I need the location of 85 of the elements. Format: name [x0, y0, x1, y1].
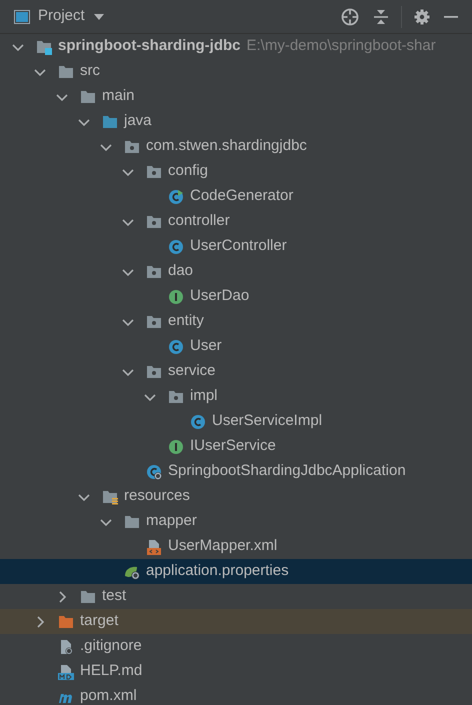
package-icon [146, 214, 162, 230]
item-label: dao [168, 261, 194, 282]
item-label: CodeGenerator [190, 186, 294, 206]
item-label: entity [168, 311, 204, 332]
tree-item[interactable]: UserDao [0, 284, 472, 309]
tree-item[interactable]: SpringbootShardingJdbcApplication [0, 459, 472, 484]
markdown-file-icon [58, 664, 74, 680]
class-icon [168, 338, 184, 354]
class-icon [168, 188, 184, 204]
project-view-dropdown[interactable]: Project [38, 5, 105, 28]
item-label: UserMapper.xml [168, 536, 278, 556]
tree-item[interactable]: pom.xml [0, 684, 472, 705]
package-icon [168, 388, 184, 404]
collapse-all-icon[interactable] [373, 8, 389, 24]
item-label: UserController [190, 236, 287, 256]
item-label: impl [190, 386, 218, 406]
module-folder-icon [36, 38, 52, 54]
settings-icon[interactable] [414, 8, 430, 24]
xml-file-icon [146, 538, 162, 554]
item-label: application.properties [146, 561, 289, 582]
package-icon [146, 164, 162, 180]
item-label: target [80, 611, 118, 632]
tree-item[interactable]: main [0, 84, 472, 109]
interface-icon [168, 438, 184, 454]
class-icon [146, 464, 162, 480]
tree-item[interactable]: entity [0, 309, 472, 334]
class-icon [190, 414, 206, 430]
tree-item[interactable]: User [0, 334, 472, 359]
tree-item[interactable]: .gitignore [0, 634, 472, 659]
class-icon [168, 238, 184, 254]
item-label: pom.xml [80, 686, 137, 705]
package-icon [146, 264, 162, 280]
tree-item[interactable]: java [0, 109, 472, 134]
tree-item[interactable]: UserMapper.xml [0, 534, 472, 559]
item-label: HELP.md [80, 661, 142, 682]
tree-item[interactable]: src [0, 59, 472, 84]
item-label: com.stwen.shardingjdbc [146, 136, 307, 156]
package-icon [146, 364, 162, 380]
file-icon [58, 638, 74, 654]
tree-item[interactable]: UserController [0, 234, 472, 259]
tree-item[interactable]: mapper [0, 509, 472, 534]
item-label: .gitignore [80, 636, 142, 656]
package-icon [124, 138, 140, 154]
item-label: src [80, 61, 100, 82]
item-label: IUserService [190, 436, 276, 456]
tree-item[interactable]: application.properties [0, 559, 472, 584]
tree-item[interactable]: resources [0, 484, 472, 509]
tree-item[interactable]: com.stwen.shardingjdbc [0, 134, 472, 159]
crosshair-icon[interactable] [341, 8, 359, 26]
item-label: resources [124, 486, 190, 506]
item-label: java [124, 111, 152, 132]
item-label: main [102, 86, 135, 106]
folder-icon [58, 614, 74, 630]
folder-icon [80, 88, 96, 104]
item-label: User [190, 336, 222, 356]
item-label: service [168, 361, 216, 382]
tree-item[interactable]: test [0, 584, 472, 609]
tree-item[interactable]: service [0, 359, 472, 384]
interface-icon [168, 288, 184, 304]
tree-item[interactable]: target [0, 609, 472, 634]
tree-item[interactable]: IUserService [0, 434, 472, 459]
item-label: mapper [146, 511, 197, 532]
window-icon [14, 8, 30, 24]
package-icon [146, 314, 162, 330]
resource-folder-icon [102, 488, 118, 504]
tree-item[interactable]: springboot-sharding-jdbc E:\my-demo\springboot-shar [0, 34, 472, 59]
item-label: SpringbootShardingJdbcApplication [168, 461, 406, 482]
item-label: UserServiceImpl [212, 411, 322, 432]
tree-item[interactable]: UserServiceImpl [0, 409, 472, 434]
folder-icon [80, 588, 96, 604]
item-label: UserDao [190, 286, 250, 306]
folder-icon [58, 64, 74, 80]
folder-icon [124, 514, 140, 530]
tree-item[interactable]: config [0, 159, 472, 184]
item-label: config [168, 161, 208, 182]
tree-item[interactable]: controller [0, 209, 472, 234]
tree-item[interactable]: impl [0, 384, 472, 409]
item-label: test [102, 586, 126, 606]
tree-item[interactable]: dao [0, 259, 472, 284]
folder-icon [102, 114, 118, 130]
tree-item[interactable]: CodeGenerator [0, 184, 472, 209]
tree-item[interactable]: HELP.md [0, 659, 472, 684]
item-label: controller [168, 211, 230, 232]
item-path: E:\my-demo\springboot-shar [246, 36, 436, 56]
item-label: springboot-sharding-jdbc [58, 36, 240, 56]
